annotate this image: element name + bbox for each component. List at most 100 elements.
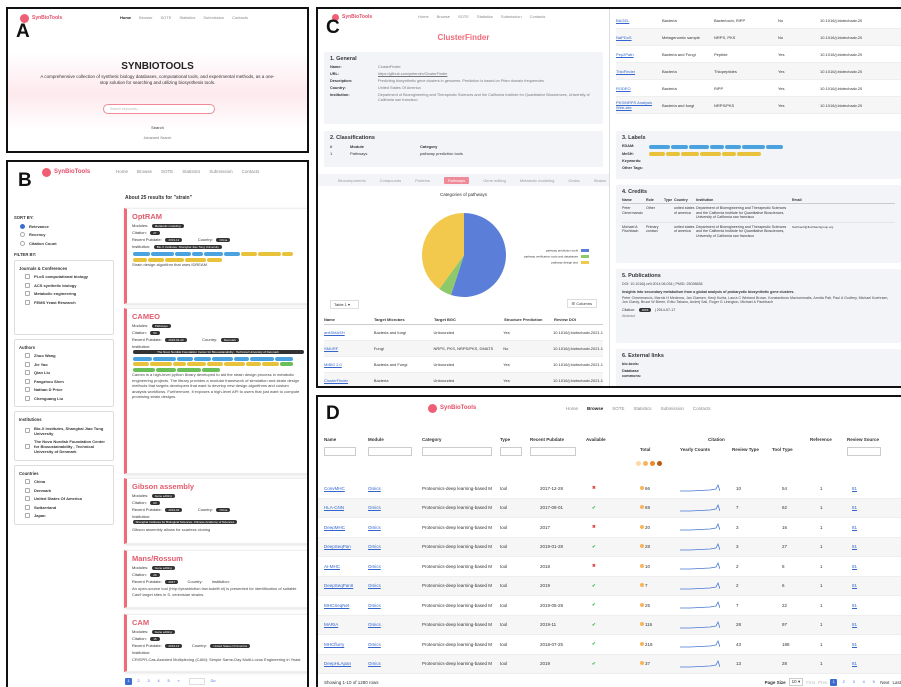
table-row[interactable]: ConvMHC Omics Proteomics-deep learning-bas…: [318, 479, 901, 499]
cell-name[interactable]: HLA-CNN: [324, 505, 344, 510]
author-filter[interactable]: Fangzhou Shen: [25, 378, 109, 384]
cell-name[interactable]: MHCSeqNet: [324, 603, 349, 608]
nav-sote[interactable]: SOTE: [160, 15, 171, 20]
tab-pathways[interactable]: Pathways: [443, 176, 470, 184]
page-button[interactable]: 4: [860, 679, 867, 686]
cell-src[interactable]: 81: [852, 622, 857, 627]
result-card[interactable]: OptRAM Modules: Metabolic modeling Citati…: [124, 208, 307, 304]
nav-browse[interactable]: Browse: [587, 406, 603, 411]
columns-button[interactable]: ☰ Columns: [566, 299, 597, 308]
cell-src[interactable]: 81: [852, 486, 857, 491]
table-row[interactable]: MHCflurry Omics Proteomics-deep learning-b…: [318, 635, 901, 655]
journal-filter[interactable]: ACS synthetic biology: [25, 282, 109, 288]
table-row[interactable]: DeepMHC Omics Proteomics-deep learning-bas…: [318, 518, 901, 538]
nav-statistics[interactable]: Statistics: [179, 15, 195, 20]
logo[interactable]: SynBioTools: [42, 167, 90, 177]
journal-filter[interactable]: Metabolic engineering: [25, 291, 109, 296]
cell-src[interactable]: 81: [852, 642, 857, 647]
first-page-button[interactable]: First: [806, 680, 815, 685]
search-button[interactable]: Search: [8, 125, 307, 130]
result-card[interactable]: CAM Modules: Gene editing Citation: 15 Rec…: [124, 614, 307, 672]
page-size-select[interactable]: 10 ▾: [788, 678, 804, 686]
page-button[interactable]: 1: [830, 678, 838, 686]
cell-name[interactable]: MHCflurry: [324, 642, 344, 647]
page-button[interactable]: 3: [850, 679, 857, 686]
author-filter[interactable]: Zhuo Wang: [25, 353, 109, 358]
cell-src[interactable]: 81: [852, 564, 857, 569]
nav-statistics[interactable]: Statistics: [634, 406, 652, 411]
institution-filter[interactable]: The Novo Nordisk Foundation Center for B…: [25, 439, 109, 454]
category-filter-input[interactable]: [422, 447, 492, 456]
result-card[interactable]: Gibson assembly Modules: Gene editing Cit…: [124, 478, 307, 544]
nav-contacts[interactable]: Contacts: [242, 169, 260, 174]
nav-submission[interactable]: Submission: [203, 15, 224, 20]
cell-name[interactable]: DeepHLApan: [324, 661, 351, 666]
result-title[interactable]: Mans/Rossum: [132, 554, 304, 563]
cell-name[interactable]: DeepSeqPanII: [324, 583, 353, 588]
cell-module[interactable]: Omics: [368, 583, 381, 588]
sort-recency[interactable]: Recency: [20, 232, 114, 237]
nav-statistics[interactable]: Statistics: [477, 14, 493, 19]
page-button[interactable]: 2: [135, 678, 142, 685]
tab-biocomponents[interactable]: Biocomponents: [338, 178, 366, 183]
table-row[interactable]: AI-MHC Omics Proteomics-deep learning-base…: [318, 557, 901, 577]
cell-name[interactable]: ConvMHC: [324, 486, 345, 491]
tab-proteins[interactable]: Proteins: [415, 178, 430, 183]
search-input[interactable]: Search keywords...: [103, 104, 215, 114]
country-filter[interactable]: United States Of America: [25, 496, 109, 501]
nav-statistics[interactable]: Statistics: [182, 169, 200, 174]
abstract-toggle[interactable]: Abstract: [622, 314, 895, 318]
tab-gene-editing[interactable]: Gene editing: [483, 178, 506, 183]
nav-home[interactable]: Home: [120, 15, 131, 20]
page-button[interactable]: 5: [165, 678, 172, 685]
author-filter[interactable]: Chenguang Liu: [25, 395, 109, 401]
result-card[interactable]: CAMEO Modules: Pathways Citation: 54 Recen…: [124, 308, 307, 474]
table-select[interactable]: Table 1 ▾: [330, 300, 360, 309]
nav-submission[interactable]: Submission: [661, 406, 684, 411]
cell-module[interactable]: Omics: [368, 544, 381, 549]
tab-omics[interactable]: Omics: [568, 178, 579, 183]
cell-name[interactable]: AI-MHC: [324, 564, 340, 569]
nav-home[interactable]: Home: [116, 169, 128, 174]
cell-src[interactable]: 81: [852, 505, 857, 510]
author-filter[interactable]: Jie Yao: [25, 361, 109, 367]
page-button[interactable]: 4: [155, 678, 162, 685]
table-row[interactable]: HLA-CNN Omics Proteomics-deep learning-bas…: [318, 498, 901, 518]
cell-module[interactable]: Omics: [368, 603, 381, 608]
result-title[interactable]: Gibson assembly: [132, 482, 304, 491]
journal-filter[interactable]: PLoS computational biology: [25, 274, 109, 279]
page-button[interactable]: 5: [870, 679, 877, 686]
sort-relevance[interactable]: Relevance: [20, 223, 114, 229]
logo[interactable]: SynBioTools: [428, 403, 476, 413]
cell-src[interactable]: 81: [852, 661, 857, 666]
prev-page-button[interactable]: Prev: [818, 680, 827, 685]
nav-browse[interactable]: Browse: [137, 169, 152, 174]
next-page-button[interactable]: Next: [880, 680, 889, 685]
cell-name[interactable]: MARIA: [324, 622, 338, 627]
cell-module[interactable]: Omics: [368, 525, 381, 530]
nav-sote[interactable]: SOTE: [612, 406, 624, 411]
cell-src[interactable]: 81: [852, 583, 857, 588]
author-filter[interactable]: Qian Liu: [25, 370, 109, 375]
table-row[interactable]: DeepSeqPanII Omics Proteomics-deep learnin…: [318, 576, 901, 596]
nav-contacts[interactable]: Contacts: [693, 406, 711, 411]
table-row[interactable]: MHCSeqNet Omics Proteomics-deep learning-b…: [318, 596, 901, 616]
result-title[interactable]: CAM: [132, 618, 304, 627]
country-filter[interactable]: Japan: [25, 513, 109, 518]
date-filter-input[interactable]: [530, 447, 576, 456]
module-filter-input[interactable]: [368, 447, 412, 456]
advanced-search-link[interactable]: Advanced Search: [8, 136, 307, 140]
country-filter[interactable]: China: [25, 479, 109, 484]
tool-url-link[interactable]: https://github.com/petercim/ClusterFinde…: [378, 72, 447, 77]
cell-module[interactable]: Omics: [368, 505, 381, 510]
go-button[interactable]: Go: [208, 678, 218, 685]
nav-contacts[interactable]: Contacts: [530, 14, 546, 19]
sort-icons[interactable]: [636, 461, 662, 466]
page-button[interactable]: 3: [145, 678, 152, 685]
type-filter-input[interactable]: [500, 447, 522, 456]
nav-home[interactable]: Home: [566, 406, 578, 411]
page-jump-input[interactable]: [189, 678, 205, 685]
cell-src[interactable]: 81: [852, 525, 857, 530]
tab-strains[interactable]: Strains: [594, 178, 606, 183]
nav-sote[interactable]: SOTE: [458, 14, 469, 19]
